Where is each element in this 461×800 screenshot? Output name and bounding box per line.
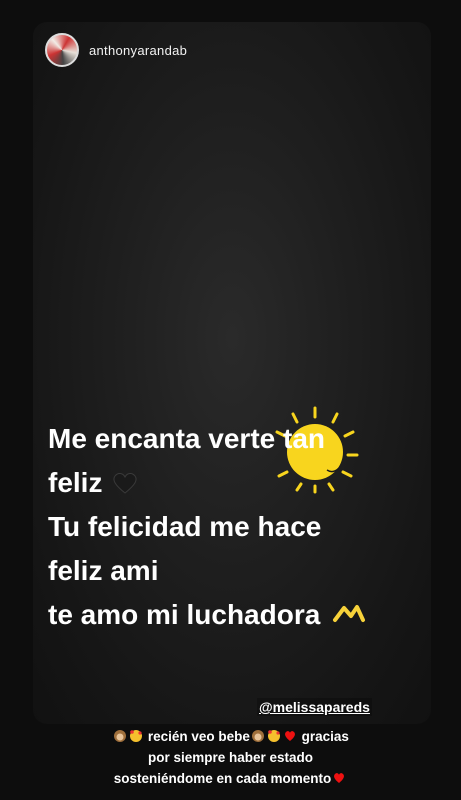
avatar[interactable] (45, 33, 79, 67)
story-text-line-1: Me encanta verte tan (48, 423, 325, 454)
story-text-line: Tu felicidad me hace (48, 505, 428, 549)
smiling-hearts-emoji-icon (267, 730, 280, 742)
smiling-hearts-emoji-icon (130, 730, 143, 742)
caption: recién veo bebe gracias por siempre habe… (0, 726, 461, 789)
caption-line-1: recién veo bebe gracias (0, 726, 461, 747)
sparkle-icon (333, 605, 366, 622)
story-text-line-3: Tu felicidad me hace (48, 511, 322, 542)
story-text: Me encanta verte tan feliz Tu felicidad … (48, 417, 428, 637)
story-card[interactable]: anthonyarandab Me encanta verte tan feli… (33, 22, 431, 724)
story-text-line: te amo mi luchadora (48, 593, 428, 637)
monkey-emoji-icon (114, 730, 127, 742)
story-text-line: Me encanta verte tan (48, 417, 428, 461)
black-heart-icon (113, 473, 138, 494)
caption-line-2: por siempre haber estado (147, 750, 314, 765)
caption-text-3: sosteniéndome en cada momento (113, 771, 332, 786)
monkey-emoji-icon (251, 730, 264, 742)
red-heart-icon (334, 773, 345, 783)
caption-line-3: sosteniéndome en cada momento (0, 768, 461, 789)
red-heart-icon (284, 731, 295, 741)
story-username[interactable]: anthonyarandab (89, 43, 187, 58)
story-text-line-4: feliz ami (48, 555, 159, 586)
mention-tag[interactable]: @melissapareds (257, 698, 372, 716)
story-header[interactable]: anthonyarandab (45, 32, 187, 68)
story-text-line-2: feliz (48, 467, 103, 498)
caption-text-1a: recién veo bebe (147, 729, 250, 744)
story-text-line-5: te amo mi luchadora (48, 599, 321, 630)
story-text-line: feliz (48, 461, 428, 505)
page: anthonyarandab Me encanta verte tan feli… (0, 0, 461, 800)
caption-text-1b: gracias (301, 729, 349, 744)
story-text-line: feliz ami (48, 549, 428, 593)
